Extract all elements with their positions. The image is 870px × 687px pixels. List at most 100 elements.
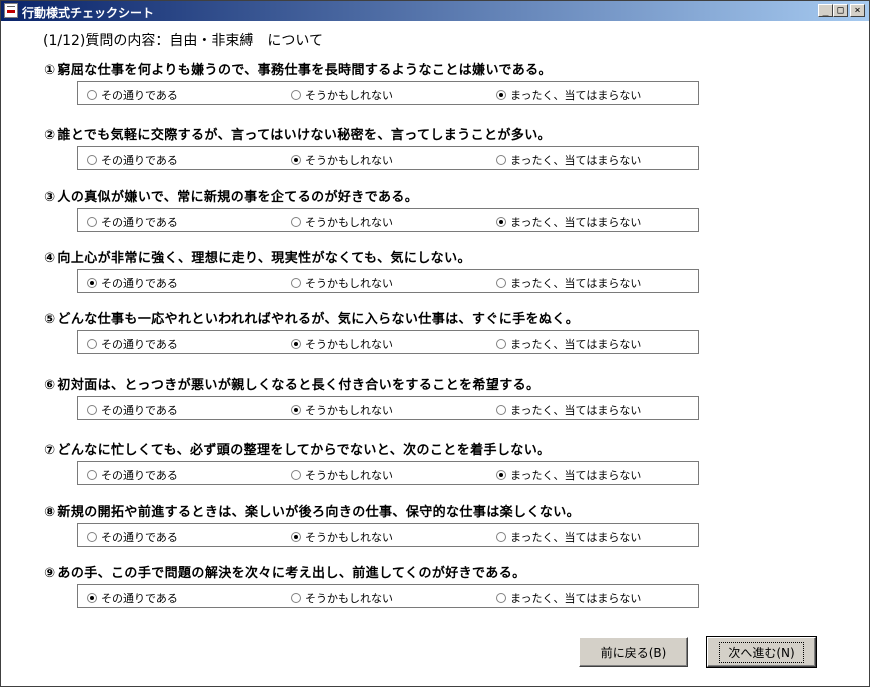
- answer-option[interactable]: その通りである: [87, 402, 178, 417]
- radio-unchecked-icon[interactable]: [496, 339, 506, 349]
- answer-option[interactable]: まったく、当てはまらない: [496, 402, 642, 417]
- window-title: 行動様式チェックシート: [22, 6, 155, 20]
- radio-unchecked-icon[interactable]: [291, 90, 301, 100]
- question-text: ③ 人の真似が嫌いで、常に新規の事を企てるのが好きである。: [44, 186, 418, 205]
- question-text: ⑦ どんなに忙しくても、必ず頭の整理をしてからでないと、次のことを着手しない。: [44, 439, 551, 458]
- answer-radio-group: その通りである そうかもしれない まったく、当てはまらない: [77, 208, 699, 232]
- answer-option-label: そうかもしれない: [305, 89, 393, 102]
- answer-option[interactable]: そうかもしれない: [291, 152, 393, 167]
- question-label: 初対面は、とっつきが悪いが親しくなると長く付き合いをすることを希望する。: [57, 378, 540, 393]
- answer-option[interactable]: まったく、当てはまらない: [496, 214, 642, 229]
- answer-option-label: まったく、当てはまらない: [510, 592, 642, 605]
- answer-option[interactable]: その通りである: [87, 590, 178, 605]
- answer-option-label: その通りである: [101, 531, 178, 544]
- radio-unchecked-icon[interactable]: [87, 339, 97, 349]
- answer-option-label: その通りである: [101, 338, 178, 351]
- question-number: ⑤: [44, 312, 56, 327]
- answer-radio-group: その通りである そうかもしれない まったく、当てはまらない: [77, 81, 699, 105]
- radio-unchecked-icon[interactable]: [87, 470, 97, 480]
- answer-option[interactable]: まったく、当てはまらない: [496, 152, 642, 167]
- back-button-label: 前に戻る(B): [600, 645, 667, 660]
- question-label: 向上心が非常に強く、理想に走り、現実性がなくても、気にしない。: [57, 251, 471, 266]
- question-number: ③: [44, 190, 56, 205]
- answer-option-label: まったく、当てはまらない: [510, 469, 642, 482]
- answer-option[interactable]: そうかもしれない: [291, 402, 393, 417]
- answer-option-label: そうかもしれない: [305, 469, 393, 482]
- answer-option-label: そうかもしれない: [305, 531, 393, 544]
- app-icon: [4, 3, 18, 18]
- radio-unchecked-icon[interactable]: [496, 155, 506, 165]
- radio-unchecked-icon[interactable]: [496, 405, 506, 415]
- answer-option-label: まったく、当てはまらない: [510, 154, 642, 167]
- radio-checked-icon[interactable]: [496, 470, 506, 480]
- answer-option[interactable]: まったく、当てはまらない: [496, 467, 642, 482]
- radio-checked-icon[interactable]: [291, 339, 301, 349]
- answer-radio-group: その通りである そうかもしれない まったく、当てはまらない: [77, 461, 699, 485]
- next-button-label: 次へ進む(N): [719, 641, 804, 663]
- radio-unchecked-icon[interactable]: [87, 217, 97, 227]
- answer-option[interactable]: まったく、当てはまらない: [496, 529, 641, 544]
- radio-checked-icon[interactable]: [291, 405, 301, 415]
- answer-option-label: そうかもしれない: [305, 277, 393, 290]
- question-text: ⑨ あの手、この手で問題の解決を次々に考え出し、前進してくのが好きである。: [44, 562, 526, 581]
- radio-checked-icon[interactable]: [291, 532, 301, 542]
- close-button[interactable]: ×: [850, 4, 865, 17]
- question-number: ①: [44, 63, 56, 78]
- answer-option-label: その通りである: [101, 89, 178, 102]
- answer-option[interactable]: まったく、当てはまらない: [496, 590, 642, 605]
- radio-unchecked-icon[interactable]: [496, 593, 506, 603]
- radio-unchecked-icon[interactable]: [87, 405, 97, 415]
- answer-option-label: まったく、当てはまらない: [510, 404, 642, 417]
- form-area: (1/12)質問の内容：自由・非束縛 について ① 窮屈な仕事を何よりも嫌うので、…: [1, 21, 869, 686]
- radio-unchecked-icon[interactable]: [291, 593, 301, 603]
- question-label: あの手、この手で問題の解決を次々に考え出し、前進してくのが好きである。: [57, 566, 526, 581]
- question-number: ④: [44, 251, 56, 266]
- radio-unchecked-icon[interactable]: [496, 278, 506, 288]
- answer-option[interactable]: その通りである: [87, 214, 178, 229]
- answer-option[interactable]: まったく、当てはまらない: [496, 336, 641, 351]
- maximize-button[interactable]: □: [833, 4, 848, 17]
- radio-checked-icon[interactable]: [87, 593, 97, 603]
- radio-checked-icon[interactable]: [496, 217, 506, 227]
- answer-option[interactable]: まったく、当てはまらない: [496, 87, 641, 102]
- answer-option[interactable]: そうかもしれない: [291, 275, 393, 290]
- radio-checked-icon[interactable]: [291, 155, 301, 165]
- answer-option[interactable]: そうかもしれない: [291, 529, 393, 544]
- radio-unchecked-icon[interactable]: [291, 217, 301, 227]
- answer-option[interactable]: その通りである: [87, 275, 178, 290]
- radio-unchecked-icon[interactable]: [291, 278, 301, 288]
- radio-unchecked-icon[interactable]: [291, 470, 301, 480]
- question-text: ① 窮屈な仕事を何よりも嫌うので、事務仕事を長時間するようなことは嫌いである。: [44, 59, 552, 78]
- answer-option-label: そうかもしれない: [305, 404, 393, 417]
- answer-option-label: そうかもしれない: [305, 154, 393, 167]
- answer-option[interactable]: その通りである: [87, 336, 178, 351]
- answer-option[interactable]: その通りである: [87, 152, 178, 167]
- answer-option[interactable]: その通りである: [87, 87, 178, 102]
- answer-option[interactable]: その通りである: [87, 467, 178, 482]
- radio-unchecked-icon[interactable]: [496, 532, 506, 542]
- answer-option[interactable]: そうかもしれない: [291, 336, 393, 351]
- answer-option[interactable]: そうかもしれない: [291, 590, 393, 605]
- answer-option[interactable]: まったく、当てはまらない: [496, 275, 642, 290]
- question-text: ⑧ 新規の開拓や前進するときは、楽しいが後ろ向きの仕事、保守的な仕事は楽しくない。: [44, 501, 580, 520]
- back-button[interactable]: 前に戻る(B): [579, 637, 688, 667]
- answer-option[interactable]: そうかもしれない: [291, 467, 393, 482]
- answer-option-label: その通りである: [101, 216, 178, 229]
- answer-option[interactable]: そうかもしれない: [291, 87, 393, 102]
- answer-option[interactable]: その通りである: [87, 529, 178, 544]
- radio-unchecked-icon[interactable]: [87, 532, 97, 542]
- minimize-button[interactable]: _: [818, 4, 833, 17]
- radio-checked-icon[interactable]: [496, 90, 506, 100]
- question-label: 人の真似が嫌いで、常に新規の事を企てるのが好きである。: [57, 190, 419, 205]
- answer-option-label: まったく、当てはまらない: [510, 216, 642, 229]
- radio-checked-icon[interactable]: [87, 278, 97, 288]
- answer-option-label: その通りである: [101, 404, 178, 417]
- answer-option-label: まったく、当てはまらない: [510, 277, 642, 290]
- radio-unchecked-icon[interactable]: [87, 155, 97, 165]
- next-button[interactable]: 次へ進む(N): [706, 636, 817, 668]
- answer-option-label: そうかもしれない: [305, 216, 393, 229]
- radio-unchecked-icon[interactable]: [87, 90, 97, 100]
- answer-option[interactable]: そうかもしれない: [291, 214, 393, 229]
- question-label: 新規の開拓や前進するときは、楽しいが後ろ向きの仕事、保守的な仕事は楽しくない。: [57, 505, 581, 520]
- question-number: ⑧: [44, 505, 56, 520]
